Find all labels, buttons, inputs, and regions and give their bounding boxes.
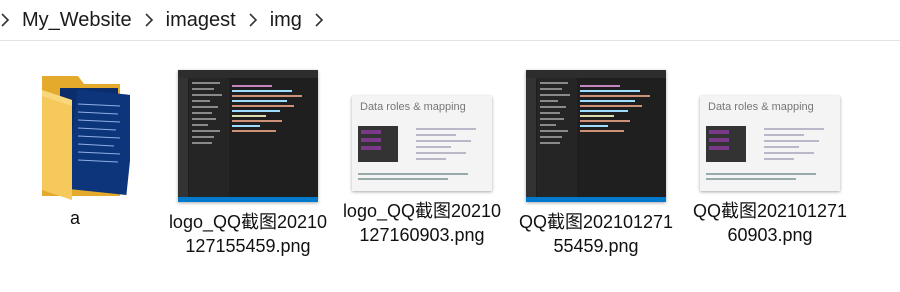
chevron-right-icon[interactable] xyxy=(0,13,10,27)
folder-icon xyxy=(20,70,137,200)
image-thumbnail xyxy=(526,70,666,202)
image-thumbnail xyxy=(178,70,318,202)
file-name: logo_QQ截图20210127155459.png xyxy=(168,212,328,256)
file-name: QQ截图20210127160903.png xyxy=(692,201,848,245)
file-item-logo-qq-160903[interactable]: Data roles & mapping logo_QQ截图2021012716… xyxy=(342,70,502,247)
chevron-right-icon[interactable] xyxy=(248,13,258,27)
chevron-right-icon[interactable] xyxy=(314,13,324,27)
file-item-qq-160903[interactable]: Data roles & mapping QQ截图20210127160903.… xyxy=(690,70,850,247)
file-name: QQ截图20210127155459.png xyxy=(518,212,674,256)
breadcrumb-item-img[interactable]: img xyxy=(268,7,304,34)
file-item-folder-a[interactable]: a xyxy=(0,70,155,230)
file-name: logo_QQ截图20210127160903.png xyxy=(342,201,502,245)
file-item-logo-qq-155459[interactable]: logo_QQ截图20210127155459.png xyxy=(168,70,328,258)
chevron-right-icon[interactable] xyxy=(144,13,154,27)
image-thumbnail: Data roles & mapping xyxy=(700,96,840,191)
breadcrumb: My_Website imagest img xyxy=(0,0,900,41)
file-name: a xyxy=(69,208,80,228)
file-item-qq-155459[interactable]: QQ截图20210127155459.png xyxy=(516,70,676,258)
image-thumbnail: Data roles & mapping xyxy=(352,96,492,191)
breadcrumb-item-my-website[interactable]: My_Website xyxy=(20,7,134,34)
breadcrumb-item-imagest[interactable]: imagest xyxy=(164,7,238,34)
